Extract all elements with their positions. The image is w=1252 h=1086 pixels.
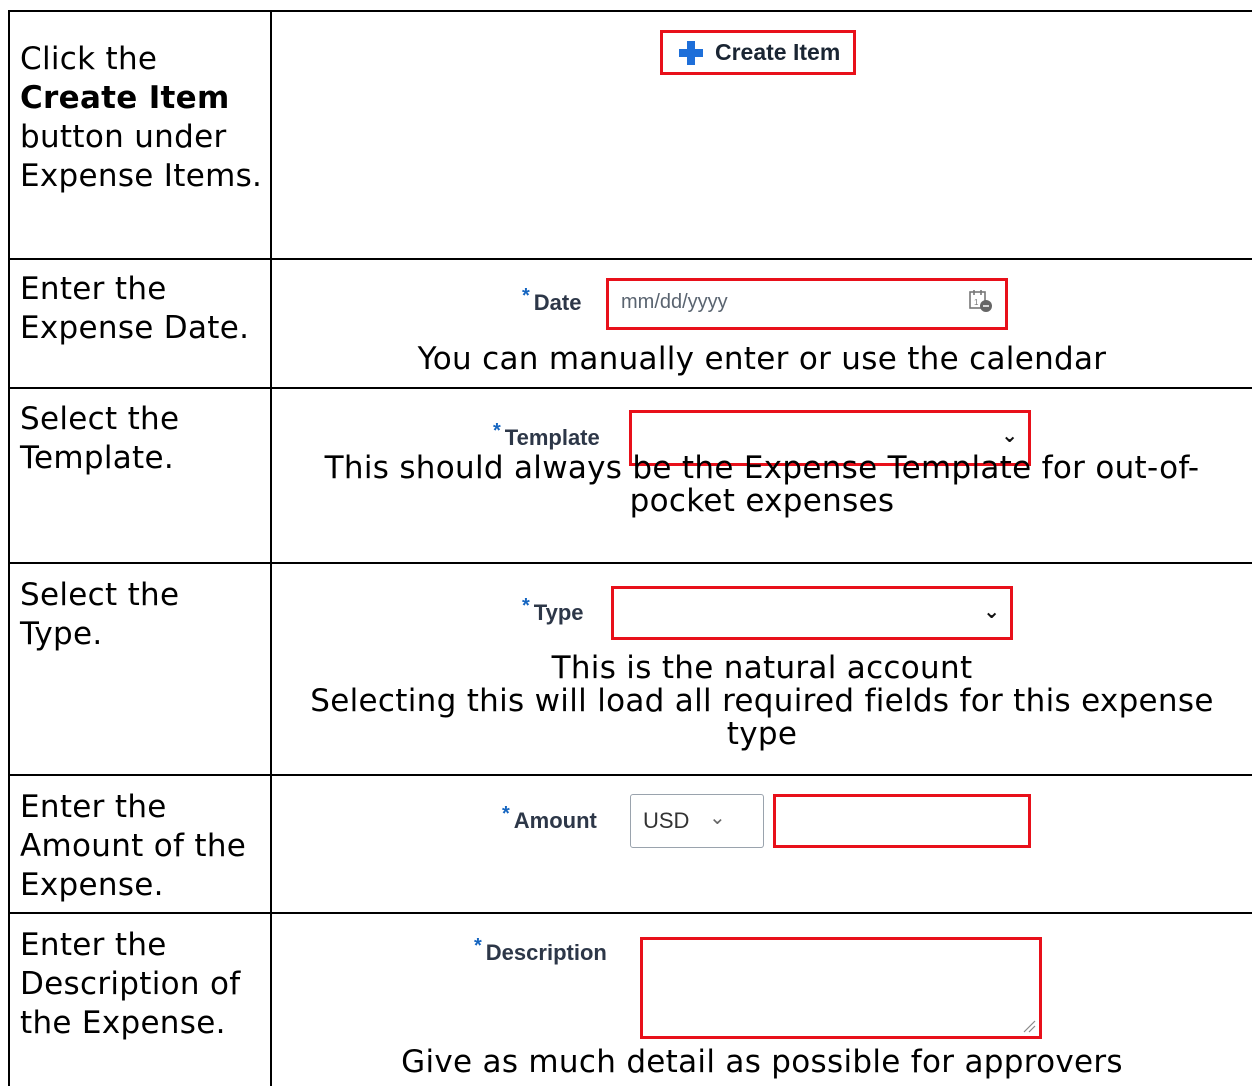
- row-divider: [8, 258, 1252, 260]
- required-marker: *: [522, 595, 530, 617]
- chevron-down-icon: ⌄: [983, 599, 1000, 623]
- amount-label: * Amount: [502, 803, 597, 834]
- date-note: You can manually enter or use the calend…: [417, 341, 1107, 377]
- description-label: * Description: [474, 935, 607, 966]
- instruction-description: Enter the Description of the Expense.: [20, 927, 241, 1041]
- row-divider: [8, 387, 1252, 389]
- description-note: Give as much detail as possible for appr…: [401, 1044, 1123, 1080]
- instruction-bold-text: Create Item: [20, 80, 230, 116]
- row-divider: [8, 774, 1252, 776]
- required-marker: *: [493, 420, 501, 442]
- type-note-line: type: [726, 716, 798, 752]
- plus-icon: [679, 40, 703, 65]
- chevron-down-icon: ⌄: [709, 805, 726, 829]
- column-divider: [270, 10, 272, 1086]
- template-note: This should always be the Expense Templa…: [272, 452, 1252, 518]
- required-marker: *: [502, 803, 510, 825]
- svg-text:1: 1: [974, 298, 979, 307]
- required-marker: *: [474, 935, 482, 957]
- table-border-top: [8, 10, 1252, 12]
- amount-input[interactable]: [773, 794, 1031, 848]
- row-divider: [8, 562, 1252, 564]
- template-label-text: Template: [504, 425, 600, 450]
- required-marker: *: [522, 285, 530, 307]
- instruction-amount: Enter the Amount of the Expense.: [20, 789, 247, 903]
- instruction-text: button under Expense Items.: [20, 119, 263, 194]
- type-note-line: This is the natural account: [551, 650, 973, 686]
- type-note-line: Selecting this will load all required fi…: [310, 683, 1214, 719]
- instruction-create-item: Click the Create Item button under Expen…: [20, 40, 265, 196]
- instruction-type: Select the Type.: [20, 577, 180, 652]
- type-note: This is the natural account Selecting th…: [272, 652, 1252, 751]
- create-item-label: Create Item: [715, 39, 841, 65]
- template-note-line: This should always be the Expense Templa…: [324, 450, 1200, 486]
- type-select[interactable]: ⌄: [611, 586, 1013, 640]
- table-border-left: [8, 10, 10, 1086]
- calendar-icon[interactable]: 1: [969, 289, 993, 313]
- instruction-date: Enter the Expense Date.: [20, 271, 250, 346]
- template-label: * Template: [493, 420, 600, 451]
- row-divider: [8, 912, 1252, 914]
- date-label: * Date: [522, 285, 582, 316]
- resize-handle-icon[interactable]: [1022, 1019, 1036, 1033]
- instruction-text: Click the: [20, 41, 158, 77]
- amount-label-text: Amount: [513, 808, 597, 833]
- create-item-button[interactable]: Create Item: [660, 30, 856, 75]
- date-placeholder: mm/dd/yyyy: [621, 291, 728, 313]
- currency-select[interactable]: USD ⌄: [630, 794, 764, 848]
- currency-value: USD: [643, 808, 690, 833]
- type-label-text: Type: [533, 600, 584, 625]
- chevron-down-icon: ⌄: [1001, 423, 1018, 447]
- date-label-text: Date: [533, 290, 582, 315]
- description-textarea[interactable]: [640, 937, 1042, 1039]
- instruction-template: Select the Template.: [20, 401, 180, 476]
- date-input[interactable]: mm/dd/yyyy 1: [606, 278, 1008, 330]
- type-label: * Type: [522, 595, 584, 626]
- template-note-line: pocket expenses: [629, 483, 895, 519]
- description-label-text: Description: [485, 940, 607, 965]
